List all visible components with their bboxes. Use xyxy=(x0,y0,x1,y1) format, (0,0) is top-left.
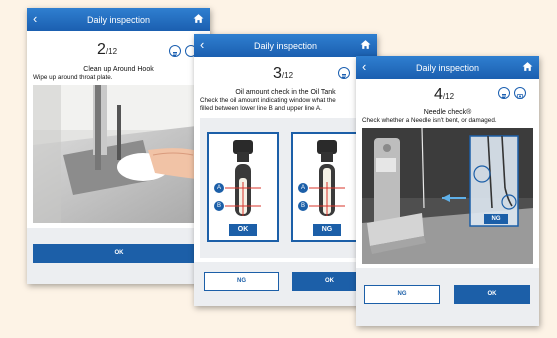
marker-a: A xyxy=(214,183,224,193)
inspection-screen-step-3: ‹ Daily inspection 3/12 Oil amount check… xyxy=(194,34,377,306)
ok-button[interactable]: OK xyxy=(33,244,205,263)
header-title: Daily inspection xyxy=(415,63,480,73)
photo-ng-label: NG xyxy=(484,214,508,224)
step-description: Wipe up around throat plate. xyxy=(33,74,113,81)
gauge-ok-label: OK xyxy=(229,224,257,236)
app-header: ‹ Daily inspection xyxy=(194,34,377,57)
home-icon[interactable] xyxy=(360,39,371,50)
oil-gauge-ng: A B NG xyxy=(291,132,363,242)
step-description-line-2: filled between lower line B and upper li… xyxy=(200,105,322,112)
step-heading: Oil amount check in the Oil Tank xyxy=(235,89,336,96)
home-icon[interactable] xyxy=(193,13,204,24)
marker-a: A xyxy=(298,183,308,193)
document-icon[interactable] xyxy=(498,87,510,99)
sewing-machine-hook-image xyxy=(33,85,205,223)
hook-photo xyxy=(33,85,205,223)
presser-foot-needle-image xyxy=(362,128,533,264)
step-heading: Clean up Around Hook xyxy=(83,66,154,73)
ng-button[interactable]: NG xyxy=(364,285,440,304)
ok-button[interactable]: OK xyxy=(454,285,530,304)
home-icon[interactable] xyxy=(522,61,533,72)
oil-gauge-ok: A B OK xyxy=(207,132,279,242)
header-title: Daily inspection xyxy=(253,41,318,51)
step-counter: 2/12 xyxy=(97,41,118,58)
document-icon[interactable] xyxy=(169,45,181,57)
marker-b: B xyxy=(214,201,224,211)
inspection-screen-step-2: ‹ Daily inspection 2/12 Clean up Around … xyxy=(27,8,210,284)
camera-icon[interactable] xyxy=(514,87,526,99)
gauge-ng-label: NG xyxy=(313,224,341,236)
ng-button[interactable]: NG xyxy=(204,272,279,291)
inspection-screen-step-4: ‹ Daily inspection 4/12 Needle check® Ch… xyxy=(356,56,539,326)
step-description-line-1: Check the oil amount indicating window w… xyxy=(200,97,336,104)
app-header: ‹ Daily inspection xyxy=(27,8,210,31)
needle-photo: NG xyxy=(362,128,533,264)
step-description: Check whether a Needle isn't bent, or da… xyxy=(362,117,497,124)
marker-b: B xyxy=(298,201,308,211)
step-counter: 4/12 xyxy=(434,86,455,103)
header-title: Daily inspection xyxy=(86,15,151,25)
step-counter: 3/12 xyxy=(273,65,294,82)
app-header: ‹ Daily inspection xyxy=(356,56,539,79)
step-heading: Needle check® xyxy=(423,109,472,116)
document-icon[interactable] xyxy=(338,67,350,79)
